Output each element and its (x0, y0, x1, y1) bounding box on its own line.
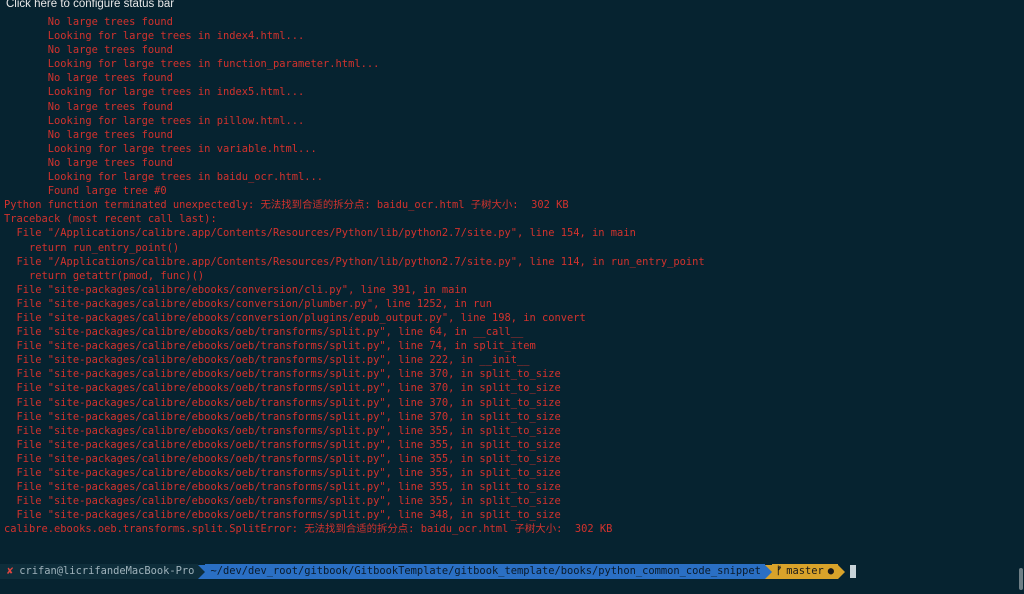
terminal-output-line: No large trees found (4, 72, 173, 85)
terminal-output-line: File "site-packages/calibre/ebooks/oeb/t… (4, 481, 561, 494)
segment-separator-arrow (764, 564, 772, 579)
terminal-output-line: Looking for large trees in pillow.html..… (4, 114, 305, 127)
prompt-path: ~/dev/dev_root/gitbook/GitbookTemplate/g… (210, 565, 761, 577)
terminal-output-line: File "site-packages/calibre/ebooks/oeb/t… (4, 340, 536, 353)
terminal-output-line: File "site-packages/calibre/ebooks/oeb/t… (4, 354, 530, 367)
terminal-output-line: File "site-packages/calibre/ebooks/oeb/t… (4, 509, 561, 522)
segment-separator-arrow (198, 564, 206, 579)
terminal-output-line: Looking for large trees in index5.html..… (4, 86, 305, 99)
terminal-output-line: No large trees found (4, 44, 173, 57)
terminal-output-line: File "site-packages/calibre/ebooks/oeb/t… (4, 410, 561, 423)
prompt-user-segment: ✘ crifan@licrifandeMacBook-Pro (0, 564, 199, 579)
terminal-output-line: File "site-packages/calibre/ebooks/oeb/t… (4, 424, 561, 437)
prompt-user-host: crifan@licrifandeMacBook-Pro (19, 565, 195, 577)
segment-separator-arrow (838, 564, 845, 579)
terminal-output-line: Looking for large trees in baidu_ocr.htm… (4, 171, 324, 184)
scrollbar-thumb[interactable] (1019, 568, 1023, 590)
text-cursor[interactable] (850, 565, 856, 578)
terminal-output-line: File "site-packages/calibre/ebooks/oeb/t… (4, 326, 524, 339)
terminal-output-line: return run_entry_point() (4, 241, 180, 254)
terminal-output-line: File "site-packages/calibre/ebooks/conve… (4, 283, 467, 296)
terminal-output-line: calibre.ebooks.oeb.transforms.split.Spli… (4, 523, 613, 536)
terminal-output-line: File "site-packages/calibre/ebooks/conve… (4, 311, 586, 324)
prompt-path-segment: ~/dev/dev_root/gitbook/GitbookTemplate/g… (205, 564, 765, 579)
terminal-output-line: No large trees found (4, 156, 173, 169)
terminal-output-line: No large trees found (4, 16, 173, 28)
shell-prompt: ✘ crifan@licrifandeMacBook-Pro ~/dev/dev… (0, 564, 856, 579)
x-icon: ✘ (7, 565, 14, 577)
prompt-git-branch: master (786, 565, 824, 577)
terminal-output-line: return getattr(pmod, func)() (4, 269, 205, 282)
terminal-output-line: Python function terminated unexpectedly:… (4, 199, 569, 212)
terminal-output-line: File "site-packages/calibre/ebooks/oeb/t… (4, 495, 561, 508)
terminal-output-line: File "site-packages/calibre/ebooks/oeb/t… (4, 467, 561, 479)
terminal-output-line: Found large tree #0 (4, 185, 167, 198)
terminal-output-line: File "site-packages/calibre/ebooks/oeb/t… (4, 396, 561, 409)
terminal-output-line: Looking for large trees in function_para… (4, 58, 380, 71)
terminal-output-line: No large trees found (4, 128, 173, 141)
terminal-output: No large trees found Looking for large t… (4, 15, 1004, 536)
terminal-output-line: File "site-packages/calibre/ebooks/oeb/t… (4, 452, 561, 465)
terminal-output-line: Traceback (most recent call last): (4, 213, 217, 226)
prompt-git-segment: ᚠ master ● (771, 564, 838, 579)
terminal-output-line: File "/Applications/calibre.app/Contents… (4, 255, 705, 268)
terminal-output-line: File "site-packages/calibre/ebooks/conve… (4, 297, 492, 310)
terminal-output-line: File "site-packages/calibre/ebooks/oeb/t… (4, 382, 561, 395)
configure-status-bar-hint[interactable]: Click here to configure status bar (6, 0, 174, 10)
git-branch-icon: ᚠ (775, 565, 783, 577)
terminal-output-line: Looking for large trees in index4.html..… (4, 30, 305, 43)
terminal-window[interactable]: Click here to configure status bar No la… (0, 0, 1024, 594)
terminal-output-line: File "/Applications/calibre.app/Contents… (4, 227, 636, 240)
dirty-dot-icon: ● (827, 565, 834, 577)
terminal-output-line: Looking for large trees in variable.html… (4, 142, 317, 155)
scrollbar-track[interactable] (1018, 0, 1024, 594)
terminal-output-line: File "site-packages/calibre/ebooks/oeb/t… (4, 368, 561, 381)
terminal-output-line: File "site-packages/calibre/ebooks/oeb/t… (4, 438, 561, 451)
terminal-output-line: No large trees found (4, 100, 173, 113)
